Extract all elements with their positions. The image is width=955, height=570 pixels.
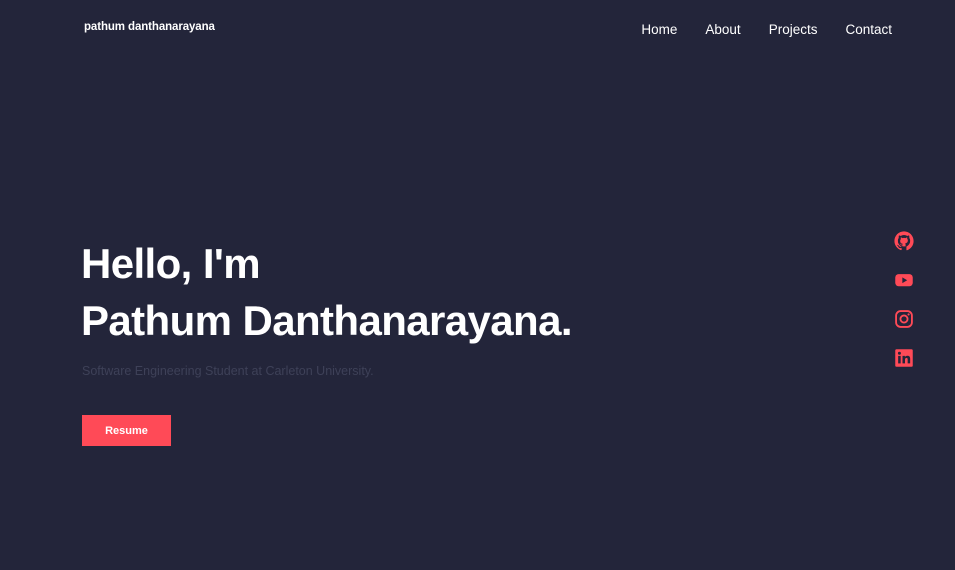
nav-about[interactable]: About bbox=[705, 22, 740, 37]
nav-contact[interactable]: Contact bbox=[845, 22, 892, 37]
site-logo[interactable]: pathum danthanarayana bbox=[84, 21, 215, 33]
nav-home[interactable]: Home bbox=[641, 22, 677, 37]
hero-name: Pathum Danthanarayana. bbox=[81, 297, 573, 344]
page: pathum danthanarayana Home About Project… bbox=[0, 0, 955, 570]
linkedin-link[interactable] bbox=[894, 348, 914, 368]
main-nav: Home About Projects Contact bbox=[641, 22, 892, 37]
instagram-link[interactable] bbox=[894, 309, 914, 329]
hero-subtitle: Software Engineering Student at Carleton… bbox=[82, 364, 374, 378]
instagram-icon bbox=[895, 310, 913, 328]
social-links bbox=[894, 231, 914, 368]
github-link[interactable] bbox=[894, 231, 914, 251]
youtube-link[interactable] bbox=[894, 270, 914, 290]
github-icon bbox=[894, 231, 914, 251]
hero-greeting: Hello, I'm bbox=[81, 240, 261, 287]
youtube-icon bbox=[895, 274, 913, 287]
nav-projects[interactable]: Projects bbox=[769, 22, 818, 37]
linkedin-icon bbox=[895, 349, 913, 367]
resume-button[interactable]: Resume bbox=[82, 415, 171, 446]
